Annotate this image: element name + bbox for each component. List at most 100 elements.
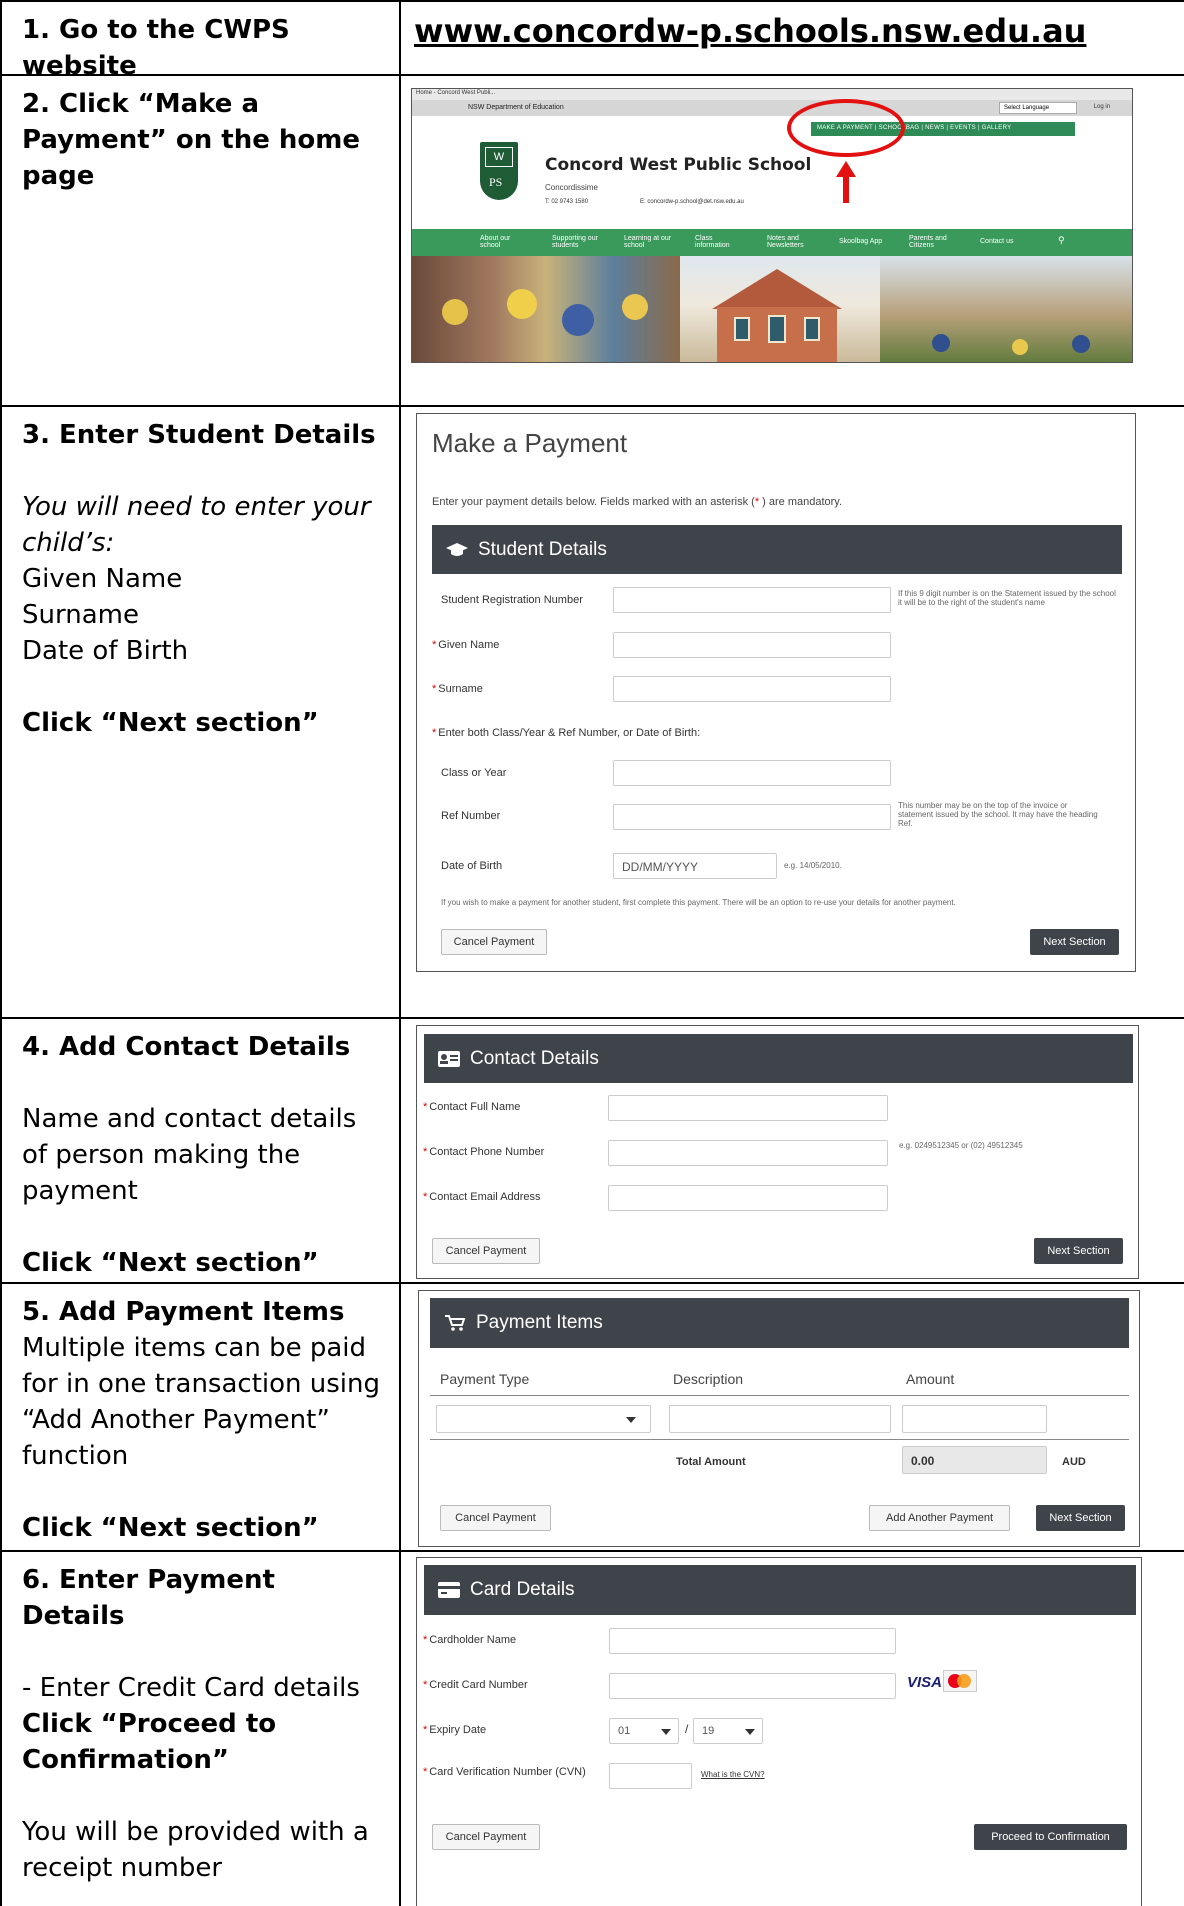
section-title: Card Details (470, 1579, 575, 1600)
table-column-divider (399, 0, 401, 1906)
section-title: Payment Items (476, 1312, 603, 1333)
expiry-label: * Expiry Date (423, 1724, 486, 1736)
description-input[interactable] (669, 1405, 891, 1433)
cancel-payment-button[interactable]: Cancel Payment (441, 929, 547, 955)
required-icon: * (432, 683, 437, 695)
step-6-action: Click “Proceed to Confirmation” (22, 1709, 277, 1775)
section-title: Contact Details (470, 1047, 599, 1069)
card-details-screenshot: Card Details * Cardholder Name * Credit Ca… (416, 1557, 1142, 1906)
chevron-down-icon (626, 1417, 636, 1423)
mastercard-circle (957, 1674, 971, 1688)
required-icon: * (423, 1101, 428, 1113)
dob-input[interactable]: DD/MM/YYYY (613, 853, 777, 879)
proceed-to-confirmation-button[interactable]: Proceed to Confirmation (974, 1824, 1127, 1850)
nav-item[interactable]: Class information (695, 235, 747, 249)
nav-item[interactable]: Skoolbag App (839, 238, 899, 245)
card-number-input[interactable] (609, 1673, 896, 1699)
next-section-button[interactable]: Next Section (1030, 929, 1119, 955)
ref-input[interactable] (613, 804, 891, 830)
contact-name-input[interactable] (608, 1095, 888, 1121)
shopping-cart-icon (445, 1315, 466, 1331)
either-label: * Enter both Class/Year & Ref Number, or … (432, 727, 700, 739)
step-3-field: Date of Birth (22, 636, 189, 666)
contact-phone-label: * Contact Phone Number (423, 1146, 544, 1158)
payment-items-screenshot: Payment Items Payment Type Description A… (418, 1290, 1140, 1547)
school-website-screenshot: Home - Concord West Publi... NSW Departm… (411, 88, 1133, 363)
step-3-title: 3. Enter Student Details (22, 420, 376, 450)
student-details-header: Student Details (432, 525, 1122, 574)
phone-hint: e.g. 0249512345 or (02) 49512345 (899, 1141, 1023, 1150)
required-icon: * (423, 1679, 428, 1691)
payment-type-select[interactable] (436, 1405, 651, 1433)
search-icon[interactable]: ⚲ (1058, 236, 1065, 245)
student-details-screenshot: Make a Payment Enter your payment detail… (416, 413, 1136, 972)
what-is-cvn-link[interactable]: What is the CVN? (701, 1770, 765, 1779)
highlight-circle (787, 99, 905, 157)
step-3-field: Surname (22, 600, 139, 630)
currency-label: AUD (1062, 1456, 1086, 1468)
cvn-input[interactable] (609, 1763, 692, 1789)
language-select[interactable]: Select Language (999, 102, 1077, 114)
form-title: Make a Payment (432, 428, 628, 458)
given-name-input[interactable] (613, 632, 891, 658)
cardholder-input[interactable] (609, 1628, 896, 1654)
form-intro-text: ) are mandatory. (759, 496, 843, 508)
srn-input[interactable] (613, 587, 891, 613)
col-payment-type: Payment Type (440, 1371, 530, 1387)
class-input[interactable] (613, 760, 891, 786)
required-icon: * (423, 1724, 428, 1736)
step-4-title: 4. Add Contact Details (22, 1032, 351, 1062)
photo-detail (1012, 339, 1028, 355)
srn-hint: If this 9 digit number is on the Stateme… (898, 589, 1116, 607)
contact-phone-input[interactable] (608, 1140, 888, 1166)
surname-label: * Surname (432, 683, 483, 695)
next-section-button[interactable]: Next Section (1034, 1238, 1123, 1264)
required-icon: * (432, 727, 437, 739)
required-icon: * (423, 1146, 428, 1158)
next-section-button[interactable]: Next Section (1036, 1505, 1125, 1531)
nav-item[interactable]: Contact us (980, 238, 1030, 245)
cvn-label: * Card Verification Number (CVN) (423, 1766, 593, 1778)
add-another-payment-button[interactable]: Add Another Payment (869, 1505, 1010, 1531)
total-amount-label: Total Amount (676, 1456, 746, 1468)
photo-detail (1072, 335, 1090, 353)
contact-details-screenshot: Contact Details * Contact Full Name * Cont… (416, 1025, 1139, 1279)
nav-item[interactable]: Parents and Citizens (909, 235, 961, 249)
expiry-separator: / (685, 1722, 689, 1736)
payment-guide: 1. Go to the CWPS website www.concordw-p… (0, 0, 1184, 1906)
cardholder-label: * Cardholder Name (423, 1634, 516, 1646)
step-3-field: Given Name (22, 564, 183, 594)
contact-name-label: * Contact Full Name (423, 1101, 520, 1113)
label-text: Credit Card Number (429, 1679, 528, 1691)
divider (430, 1395, 1129, 1396)
cancel-payment-button[interactable]: Cancel Payment (440, 1505, 551, 1531)
nav-item[interactable]: Notes and Newsletters (767, 235, 819, 249)
mastercard-logo-icon (943, 1670, 977, 1692)
total-amount-value: 0.00 (902, 1446, 1047, 1474)
nav-item[interactable]: About our school (480, 235, 526, 249)
cancel-payment-button[interactable]: Cancel Payment (432, 1238, 540, 1264)
nav-item[interactable]: Supporting our students (552, 235, 606, 249)
school-url[interactable]: www.concordw-p.schools.nsw.edu.au (414, 12, 1086, 50)
contact-email-input[interactable] (608, 1185, 888, 1211)
cancel-payment-button[interactable]: Cancel Payment (432, 1824, 540, 1850)
step-6-note: You will be provided with a receipt numb… (22, 1817, 369, 1883)
crest-monogram: W (485, 147, 513, 167)
label-text: Expiry Date (429, 1724, 487, 1736)
nav-item[interactable]: Learning at our school (624, 235, 674, 249)
photo-detail (932, 334, 950, 352)
dob-hint: e.g. 14/05/2010. (784, 861, 842, 870)
login-link[interactable]: Log in (1094, 104, 1110, 110)
school-phone: T: 02 9743 1580 (545, 199, 589, 205)
step-4-cell: 4. Add Contact Details Name and contact … (0, 1017, 399, 1282)
dob-label: Date of Birth (441, 860, 503, 872)
amount-input[interactable] (902, 1405, 1047, 1433)
label-text: Cardholder Name (429, 1634, 517, 1646)
required-icon: * (432, 639, 437, 651)
contact-email-label: * Contact Email Address (423, 1191, 541, 1203)
photo-detail (507, 289, 537, 319)
surname-input[interactable] (613, 676, 891, 702)
